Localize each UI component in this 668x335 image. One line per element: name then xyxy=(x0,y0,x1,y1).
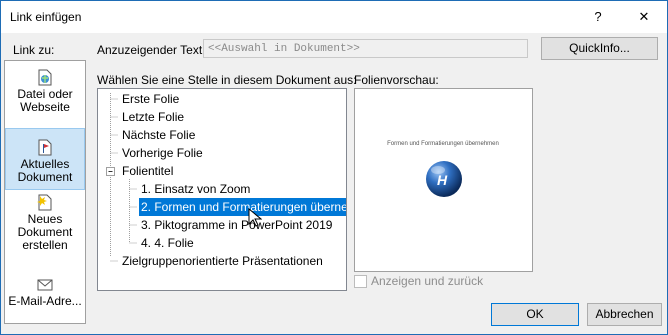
tree-item[interactable]: Letzte Folie xyxy=(122,108,184,126)
tree-item[interactable]: Erste Folie xyxy=(122,90,179,108)
tree-item[interactable]: 4. 4. Folie xyxy=(141,234,194,252)
sidebar-item-label: Datei oder Webseite xyxy=(17,87,73,114)
document-place-tree[interactable]: Erste Folie Letzte Folie Nächste Folie V… xyxy=(97,88,347,291)
close-button[interactable]: ✕ xyxy=(621,1,667,33)
sidebar-item-label: E-Mail-Adre... xyxy=(8,294,82,308)
close-icon: ✕ xyxy=(638,9,650,24)
sphere-letter: H xyxy=(437,172,448,188)
quickinfo-button[interactable]: QuickInfo... xyxy=(541,37,658,60)
sidebar-item-file-or-webpage[interactable]: Datei oder Webseite xyxy=(6,69,84,129)
display-text-label: Anzuzeigender Text: xyxy=(97,43,206,57)
sidebar-item-new-document[interactable]: Neues Dokument erstellen xyxy=(6,194,84,254)
document-place-icon xyxy=(38,139,52,156)
sphere-logo-icon: H xyxy=(426,161,462,197)
slide-preview-label: Folienvorschau: xyxy=(354,73,439,87)
tree-item[interactable]: 3. Piktogramme in PowerPoint 2019 xyxy=(141,216,332,234)
tree-item[interactable]: Folientitel xyxy=(122,162,173,180)
tree-item[interactable]: 1. Einsatz von Zoom xyxy=(141,180,250,198)
tree-item[interactable]: Nächste Folie xyxy=(122,126,195,144)
help-button[interactable]: ? xyxy=(575,1,621,33)
tree-item[interactable]: Vorherige Folie xyxy=(122,144,203,162)
title-bar: Link einfügen ? ✕ xyxy=(1,1,667,33)
choose-place-label: Wählen Sie eine Stelle in diesem Dokumen… xyxy=(97,73,357,87)
cancel-button[interactable]: Abbrechen xyxy=(587,303,662,326)
sidebar-item-email-address[interactable]: E-Mail-Adre... xyxy=(6,276,84,316)
show-and-return-checkbox[interactable] xyxy=(354,275,367,288)
link-to-panel: Datei oder Webseite Aktuelles Dokument N… xyxy=(4,60,86,324)
sidebar-item-label: Neues Dokument erstellen xyxy=(17,212,73,252)
help-icon: ? xyxy=(594,9,602,24)
web-page-icon xyxy=(38,69,52,86)
tree-item-selected[interactable]: 2. Formen und Formatierungen überne xyxy=(139,198,346,216)
slide-preview: Formen und Formatierungen übernehmen H xyxy=(354,88,533,272)
link-to-label: Link zu: xyxy=(13,43,55,57)
show-and-return-label: Anzeigen und zurück xyxy=(371,274,484,288)
email-icon xyxy=(37,279,53,291)
mouse-cursor-icon xyxy=(248,208,262,227)
slide-thumbnail: Formen und Formatierungen übernehmen H xyxy=(358,121,528,217)
ok-button[interactable]: OK xyxy=(491,303,579,326)
insert-link-dialog: Link einfügen ? ✕ Link zu: Datei oder We… xyxy=(0,0,668,335)
slide-title: Formen und Formatierungen übernehmen xyxy=(387,141,499,147)
window-title: Link einfügen xyxy=(10,10,82,24)
tree-item[interactable]: Zielgruppenorientierte Präsentationen xyxy=(122,252,323,270)
sidebar-item-current-document[interactable]: Aktuelles Dokument xyxy=(5,128,85,190)
display-text-input[interactable]: <<Auswahl in Dokument>> xyxy=(203,39,528,58)
new-document-icon xyxy=(37,194,52,211)
sidebar-item-label: Aktuelles Dokument xyxy=(17,157,73,184)
